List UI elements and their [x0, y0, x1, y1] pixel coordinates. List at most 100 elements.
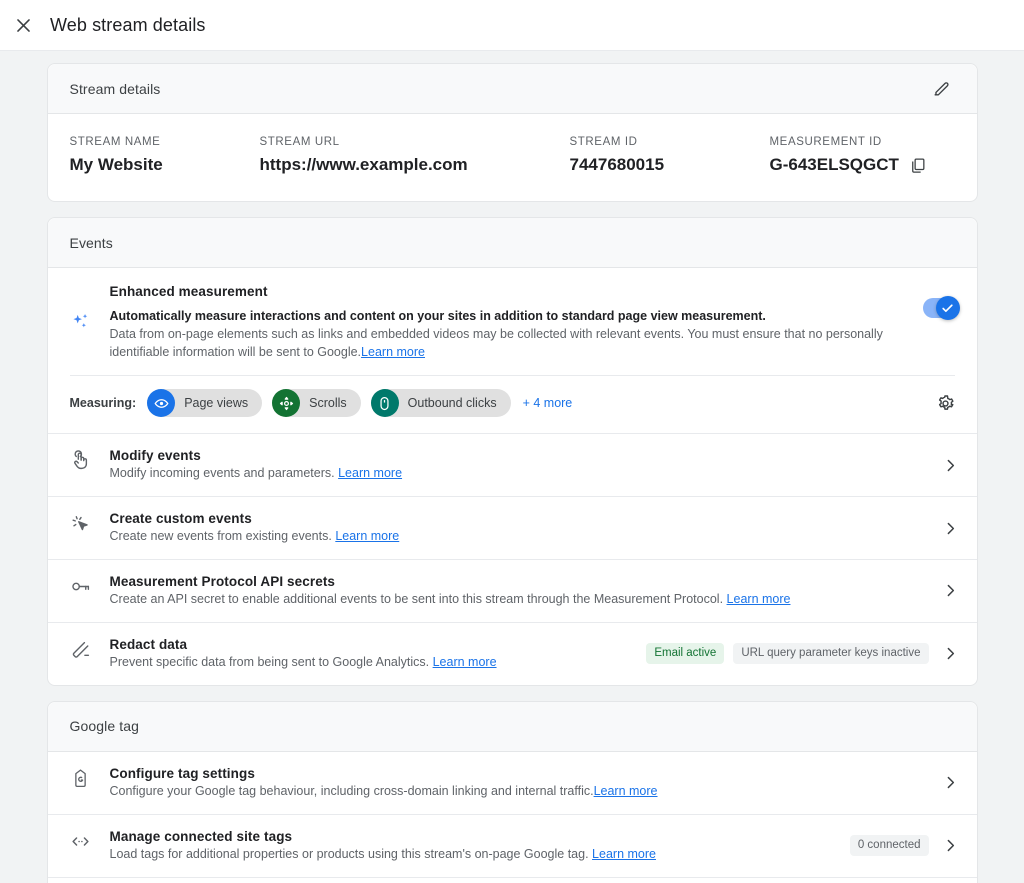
row-desc-text: Modify incoming events and parameters.: [110, 466, 335, 480]
enhanced-measurement-section: Enhanced measurement Automatically measu…: [48, 268, 977, 434]
row-configure-tag-settings[interactable]: Configure tag settings Configure your Go…: [48, 752, 977, 815]
enhanced-measurement-desc-line2: Data from on-page elements such as links…: [110, 327, 883, 359]
row-manage-connected-site-tags[interactable]: Manage connected site tags Load tags for…: [48, 815, 977, 878]
field-value: My Website: [70, 155, 260, 175]
chevron-right-icon[interactable]: [938, 457, 959, 474]
scroll-move-icon: [272, 389, 300, 417]
stream-details-card: Stream details STREAM NAME My Website ST…: [47, 63, 978, 202]
sparkle-icon: [70, 284, 110, 361]
toggle-knob: [936, 296, 960, 320]
google-tag-title: Google tag: [70, 718, 957, 734]
learn-more-link[interactable]: Learn more: [592, 847, 656, 861]
pencil-icon[interactable]: [927, 74, 957, 104]
google-tag-header: Google tag: [48, 702, 977, 752]
google-tag-card: Google tag Configure tag settings Config…: [47, 701, 978, 883]
learn-more-link[interactable]: Learn more: [335, 529, 399, 543]
learn-more-link[interactable]: Learn more: [594, 784, 658, 798]
status-badge: 0 connected: [850, 835, 929, 856]
learn-more-link[interactable]: Learn more: [361, 345, 425, 359]
chevron-right-icon[interactable]: [938, 520, 959, 537]
row-title: Modify events: [110, 448, 928, 463]
stream-fields: STREAM NAME My Website STREAM URL https:…: [48, 114, 977, 201]
copy-icon[interactable]: [908, 156, 927, 175]
tag-g-icon: [70, 766, 110, 789]
cursor-click-icon: [70, 511, 110, 534]
close-icon[interactable]: [6, 8, 40, 42]
row-desc-text: Configure your Google tag behaviour, inc…: [110, 784, 594, 798]
mouse-icon: [371, 389, 399, 417]
status-badge: Email active: [646, 643, 724, 664]
top-app-bar: Web stream details: [0, 0, 1024, 51]
enhanced-measurement-toggle[interactable]: [923, 298, 959, 318]
chevron-right-icon[interactable]: [938, 774, 959, 791]
measuring-label: Measuring:: [70, 396, 137, 410]
row-redact-data[interactable]: Redact data Prevent specific data from b…: [48, 623, 977, 685]
row-create-custom-events[interactable]: Create custom events Create new events f…: [48, 497, 977, 560]
more-measurements-link[interactable]: + 4 more: [523, 396, 573, 410]
row-right: [938, 582, 959, 599]
page-content: Stream details STREAM NAME My Website ST…: [0, 51, 1024, 883]
row-measurement-protocol-api-secrets[interactable]: Measurement Protocol API secrets Create …: [48, 560, 977, 623]
row-view-tag-instructions[interactable]: View tag instructions Get instructions f…: [48, 878, 977, 883]
row-desc-text: Create an API secret to enable additiona…: [110, 592, 724, 606]
field-stream-url: STREAM URL https://www.example.com: [260, 136, 570, 175]
row-body: Manage connected site tags Load tags for…: [110, 829, 850, 863]
field-value-row: G-643ELSQGCT: [770, 155, 970, 175]
chevron-right-icon[interactable]: [938, 582, 959, 599]
enhanced-measurement-toggle-wrap: [923, 284, 959, 361]
learn-more-link[interactable]: Learn more: [433, 655, 497, 669]
row-description: Modify incoming events and parameters. L…: [110, 465, 928, 482]
enhanced-measurement-body: Enhanced measurement Automatically measu…: [110, 284, 923, 361]
field-value: 7447680015: [570, 155, 770, 175]
status-badge: URL query parameter keys inactive: [733, 643, 928, 664]
row-desc-text: Prevent specific data from being sent to…: [110, 655, 430, 669]
row-title: Create custom events: [110, 511, 928, 526]
row-body: Create custom events Create new events f…: [110, 511, 938, 545]
chip-outbound-clicks[interactable]: Outbound clicks: [371, 389, 511, 417]
chip-label: Page views: [175, 396, 248, 410]
code-brackets-icon: [70, 829, 110, 852]
field-measurement-id: MEASUREMENT ID G-643ELSQGCT: [770, 136, 970, 175]
row-description: Configure your Google tag behaviour, inc…: [110, 783, 928, 800]
row-desc-text: Create new events from existing events.: [110, 529, 332, 543]
measuring-row: Measuring: Page views: [48, 376, 977, 433]
stream-details-title: Stream details: [70, 81, 927, 97]
row-title: Measurement Protocol API secrets: [110, 574, 928, 589]
row-description: Load tags for additional properties or p…: [110, 846, 840, 863]
chevron-right-icon[interactable]: [938, 645, 959, 662]
row-right: [938, 457, 959, 474]
row-title: Configure tag settings: [110, 766, 928, 781]
page-title: Web stream details: [50, 15, 206, 36]
row-body: Modify events Modify incoming events and…: [110, 448, 938, 482]
enhanced-measurement-description: Automatically measure interactions and c…: [110, 308, 885, 361]
field-label: MEASUREMENT ID: [770, 136, 970, 148]
row-description: Prevent specific data from being sent to…: [110, 654, 637, 671]
field-label: STREAM NAME: [70, 136, 260, 148]
field-value: https://www.example.com: [260, 155, 570, 175]
chip-label: Scrolls: [300, 396, 347, 410]
row-desc-text: Load tags for additional properties or p…: [110, 847, 589, 861]
row-body: Measurement Protocol API secrets Create …: [110, 574, 938, 608]
chevron-right-icon[interactable]: [938, 837, 959, 854]
chip-page-views[interactable]: Page views: [147, 389, 262, 417]
field-stream-id: STREAM ID 7447680015: [570, 136, 770, 175]
row-right: 0 connected: [850, 835, 959, 856]
measurement-id-value: G-643ELSQGCT: [770, 155, 899, 175]
row-description: Create an API secret to enable additiona…: [110, 591, 928, 608]
tap-hand-icon: [70, 448, 110, 471]
eye-icon: [147, 389, 175, 417]
row-title: Manage connected site tags: [110, 829, 840, 844]
gear-icon[interactable]: [933, 390, 959, 416]
key-icon: [70, 574, 110, 597]
row-modify-events[interactable]: Modify events Modify incoming events and…: [48, 434, 977, 497]
learn-more-link[interactable]: Learn more: [727, 592, 791, 606]
field-stream-name: STREAM NAME My Website: [70, 136, 260, 175]
enhanced-measurement-block: Enhanced measurement Automatically measu…: [48, 268, 977, 361]
enhanced-measurement-desc-line1: Automatically measure interactions and c…: [110, 309, 766, 323]
chip-scrolls[interactable]: Scrolls: [272, 389, 361, 417]
events-header: Events: [48, 218, 977, 268]
learn-more-link[interactable]: Learn more: [338, 466, 402, 480]
field-label: STREAM URL: [260, 136, 570, 148]
row-right: [938, 520, 959, 537]
row-right: [938, 774, 959, 791]
